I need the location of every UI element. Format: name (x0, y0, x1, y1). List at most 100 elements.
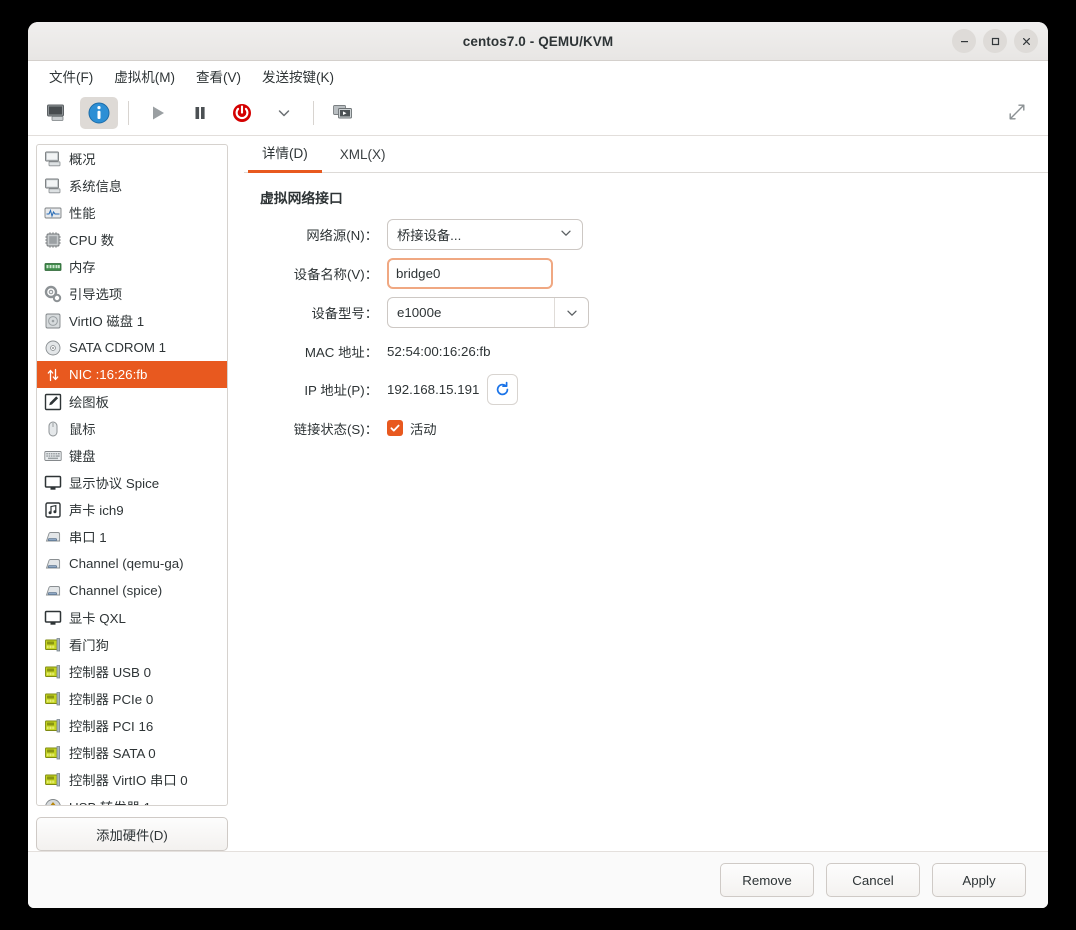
menu-file[interactable]: 文件(F) (40, 62, 102, 90)
sidebar-item-label: 系统信息 (69, 179, 123, 194)
sidebar-item-label: 键盘 (69, 449, 96, 464)
section-title: 虚拟网络接口 (260, 191, 343, 206)
ip-address-value: 192.168.15.191 (387, 382, 480, 397)
sidebar-item-label: 显卡 QXL (69, 611, 126, 626)
pause-button[interactable] (181, 97, 219, 129)
serial-port-icon (43, 581, 62, 600)
tab-bar: 详情(D) XML(X) (244, 136, 1048, 173)
serial-port-icon (43, 554, 62, 573)
power-icon (233, 104, 251, 122)
sidebar-item-label: USB 转发器 1 (69, 797, 151, 805)
mac-address-value: 52:54:00:16:26:fb (387, 343, 491, 359)
apply-button[interactable]: Apply (932, 863, 1026, 897)
shutdown-button[interactable] (223, 97, 261, 129)
snapshot-button[interactable] (324, 97, 362, 129)
pci-card-icon (43, 635, 62, 654)
mouse-icon (43, 419, 62, 438)
link-state-checkbox-wrap[interactable]: 活动 (387, 419, 437, 438)
sidebar-item-channel-qemu-ga[interactable]: Channel (qemu-ga) (37, 550, 227, 577)
sidebar-item-label: 概况 (69, 152, 96, 167)
sidebar-item-label: 引导选项 (69, 287, 123, 302)
network-arrows-icon (43, 365, 62, 384)
toolbar-separator-1 (128, 101, 129, 125)
sidebar-item-controller-pci-16[interactable]: 控制器 PCI 16 (37, 712, 227, 739)
hardware-list[interactable]: 概况 系统信息 性能 CPU 数 内存 引导选项 VirtIO 磁盘 1 SAT… (36, 144, 228, 806)
sidebar-item-label: NIC :16:26:fb (69, 367, 148, 382)
monitor-icon (47, 104, 64, 121)
close-icon[interactable] (1014, 29, 1038, 53)
sidebar-item-label: Channel (qemu-ga) (69, 556, 184, 571)
sidebar-item-virtio-disk[interactable]: VirtIO 磁盘 1 (37, 307, 227, 334)
pci-card-icon (43, 716, 62, 735)
sidebar-item-label: 控制器 SATA 0 (69, 746, 156, 761)
hardware-sidebar: 概况 系统信息 性能 CPU 数 内存 引导选项 VirtIO 磁盘 1 SAT… (28, 136, 234, 851)
sidebar-item-controller-sata-0[interactable]: 控制器 SATA 0 (37, 739, 227, 766)
mac-address-row: MAC 地址： 52:54:00:16:26:fb (258, 336, 1032, 366)
remove-button[interactable]: Remove (720, 863, 814, 897)
fullscreen-button[interactable] (1002, 97, 1032, 127)
pci-card-icon (43, 662, 62, 681)
sidebar-item-display-spice[interactable]: 显示协议 Spice (37, 469, 227, 496)
pci-card-icon (43, 743, 62, 762)
nic-settings-form: 虚拟网络接口 网络源(N)： 桥接设备... 设备名称(V)： 设备型号 (244, 173, 1048, 851)
sidebar-item-overview[interactable]: 概况 (37, 145, 227, 172)
sidebar-item-controller-pcie-0[interactable]: 控制器 PCIe 0 (37, 685, 227, 712)
link-state-checkbox[interactable] (387, 420, 403, 436)
sidebar-item-system-info[interactable]: 系统信息 (37, 172, 227, 199)
sound-card-icon (43, 500, 62, 519)
display-icon (43, 473, 62, 492)
sidebar-item-keyboard[interactable]: 键盘 (37, 442, 227, 469)
sidebar-item-label: 控制器 PCI 16 (69, 719, 154, 734)
info-icon (88, 102, 110, 124)
details-panel: 详情(D) XML(X) 虚拟网络接口 网络源(N)： 桥接设备... 设备名称… (234, 136, 1048, 851)
sidebar-item-label: 控制器 USB 0 (69, 665, 152, 680)
menu-view[interactable]: 查看(V) (187, 62, 250, 90)
minimize-icon[interactable] (952, 29, 976, 53)
add-hardware-button[interactable]: 添加硬件(D) (36, 817, 228, 851)
sidebar-item-performance[interactable]: 性能 (37, 199, 227, 226)
device-name-input[interactable] (387, 258, 553, 289)
shutdown-menu-button[interactable] (265, 97, 303, 129)
sidebar-item-serial-1[interactable]: 串口 1 (37, 523, 227, 550)
device-model-label: 设备型号： (311, 306, 378, 321)
sidebar-item-usb-redirector-1[interactable]: USB 转发器 1 (37, 793, 227, 805)
sidebar-item-label: 显示协议 Spice (69, 476, 160, 491)
disk-icon (43, 311, 62, 330)
sidebar-item-memory[interactable]: 内存 (37, 253, 227, 280)
sidebar-item-sata-cdrom[interactable]: SATA CDROM 1 (37, 334, 227, 361)
cancel-button[interactable]: Cancel (826, 863, 920, 897)
sidebar-item-channel-spice[interactable]: Channel (spice) (37, 577, 227, 604)
maximize-icon[interactable] (983, 29, 1007, 53)
menu-send-key[interactable]: 发送按键(K) (253, 62, 343, 90)
console-view-button[interactable] (38, 97, 76, 129)
sidebar-item-cpu[interactable]: CPU 数 (37, 226, 227, 253)
sidebar-item-video-qxl[interactable]: 显卡 QXL (37, 604, 227, 631)
device-model-select[interactable]: e1000e (387, 297, 589, 328)
network-source-select[interactable]: 桥接设备... (387, 219, 583, 250)
action-bar: Remove Cancel Apply (28, 851, 1048, 908)
tab-xml[interactable]: XML(X) (326, 141, 400, 173)
sidebar-item-sound-card[interactable]: 声卡 ich9 (37, 496, 227, 523)
sidebar-item-mouse[interactable]: 鼠标 (37, 415, 227, 442)
sidebar-item-label: 性能 (69, 206, 96, 221)
sidebar-item-controller-usb-0[interactable]: 控制器 USB 0 (37, 658, 227, 685)
gears-icon (43, 284, 62, 303)
details-view-button[interactable] (80, 97, 118, 129)
sidebar-item-boot-options[interactable]: 引导选项 (37, 280, 227, 307)
network-source-label: 网络源(N)： (306, 228, 378, 243)
memory-ram-icon (43, 257, 62, 276)
tablet-pen-icon (43, 392, 62, 411)
device-name-row: 设备名称(V)： (258, 258, 1032, 289)
ip-refresh-button[interactable] (487, 374, 519, 405)
cpu-chip-icon (43, 230, 62, 249)
sidebar-item-nic[interactable]: NIC :16:26:fb (37, 361, 227, 388)
sidebar-item-controller-virtio-serial-0[interactable]: 控制器 VirtIO 串口 0 (37, 766, 227, 793)
device-model-row: 设备型号： e1000e (258, 297, 1032, 328)
device-model-value: e1000e (397, 305, 442, 320)
sidebar-item-tablet[interactable]: 绘图板 (37, 388, 227, 415)
sidebar-item-label: Channel (spice) (69, 583, 163, 598)
tab-details[interactable]: 详情(D) (248, 136, 322, 173)
menu-virtual-machine[interactable]: 虚拟机(M) (105, 62, 184, 90)
sidebar-item-watchdog[interactable]: 看门狗 (37, 631, 227, 658)
run-button[interactable] (139, 97, 177, 129)
